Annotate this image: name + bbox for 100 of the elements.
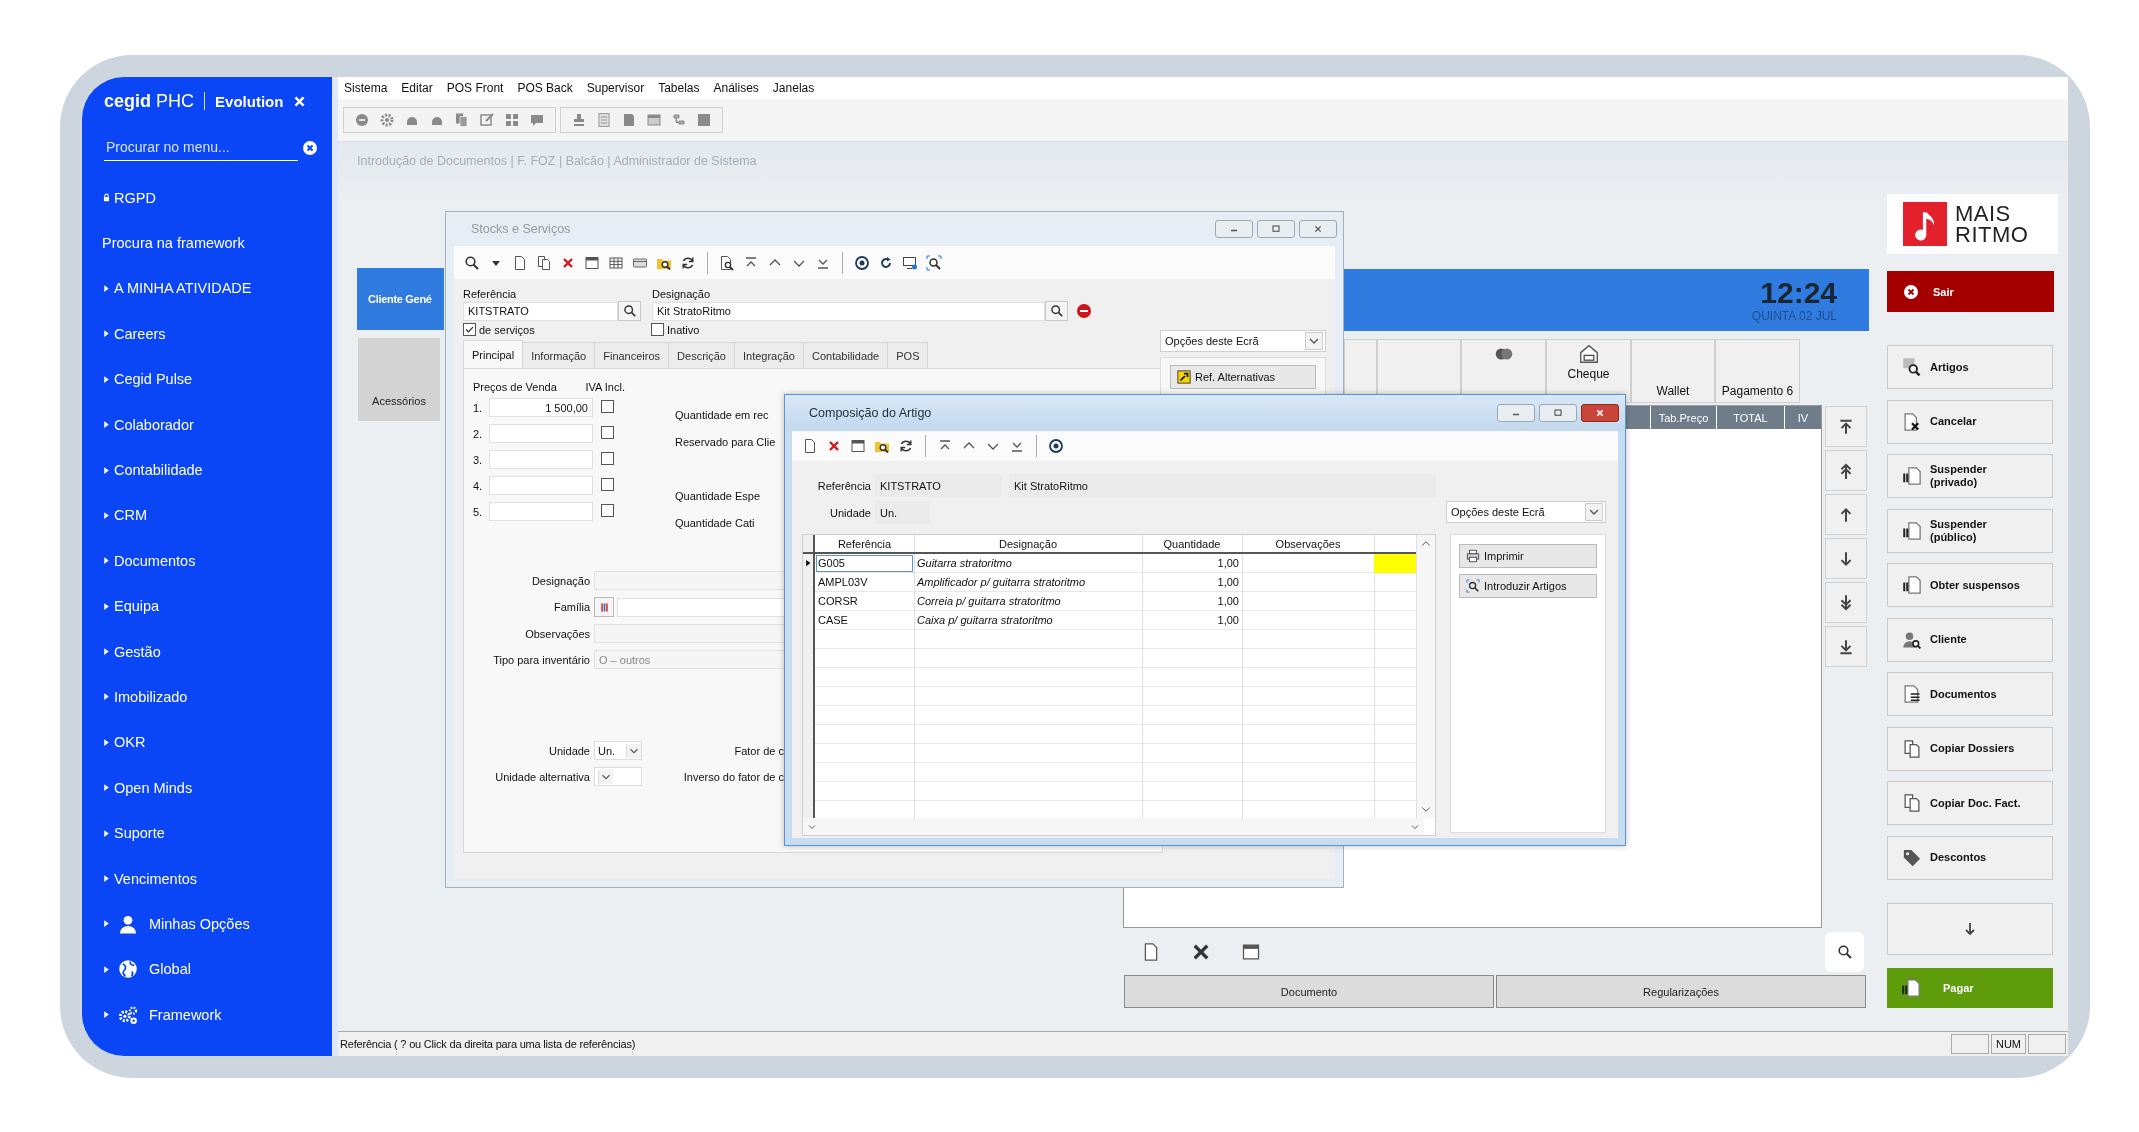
tab-button[interactable]: Documento bbox=[1124, 975, 1494, 1008]
edit-icon[interactable] bbox=[479, 112, 495, 128]
search-button[interactable] bbox=[1045, 301, 1068, 321]
scroll-button[interactable] bbox=[1825, 406, 1867, 447]
designation-field[interactable]: Kit StratoRitmo bbox=[652, 301, 1045, 321]
reference-field[interactable]: KITSTRATO bbox=[463, 301, 618, 321]
checkbox[interactable] bbox=[601, 400, 614, 413]
scroll-button[interactable] bbox=[1825, 582, 1867, 623]
menu-item[interactable]: Vencimentos bbox=[114, 870, 198, 887]
screen-options-dropdown[interactable]: Opções deste Ecrã bbox=[1160, 330, 1326, 352]
menu-item[interactable]: RGPD bbox=[114, 189, 156, 206]
scroll-button[interactable] bbox=[1825, 626, 1867, 667]
table-icon[interactable] bbox=[850, 438, 866, 454]
monitor-icon[interactable] bbox=[902, 254, 918, 271]
document-icon[interactable] bbox=[621, 112, 637, 128]
search-icon[interactable] bbox=[464, 254, 480, 271]
payment-tile[interactable]: Pagamento 6 bbox=[1715, 339, 1800, 403]
checkbox[interactable] bbox=[601, 478, 614, 491]
payment-tile[interactable]: Wallet bbox=[1631, 339, 1715, 403]
scroll-button[interactable] bbox=[1825, 538, 1867, 579]
grid-icon[interactable] bbox=[608, 254, 624, 271]
tab[interactable]: Contabilidade bbox=[802, 342, 889, 368]
menu-item[interactable]: Open Minds bbox=[114, 779, 193, 796]
search-button[interactable] bbox=[1825, 932, 1864, 972]
menu-item[interactable]: A MINHA ATIVIDADE bbox=[114, 280, 252, 297]
table-icon[interactable] bbox=[584, 254, 600, 271]
tab[interactable]: Principal bbox=[463, 340, 524, 368]
menu-item[interactable]: OKR bbox=[114, 734, 146, 751]
menu-item[interactable]: Janelas bbox=[772, 81, 815, 95]
target-icon[interactable] bbox=[1048, 438, 1064, 454]
clear-icon[interactable] bbox=[302, 139, 318, 156]
name-field[interactable]: Kit StratoRitmo bbox=[1009, 474, 1436, 497]
menu-item[interactable]: POS Back bbox=[517, 81, 573, 95]
menu-item[interactable]: Gestão bbox=[114, 643, 161, 660]
search-button[interactable] bbox=[618, 301, 641, 321]
price-field[interactable]: 1 500,00 bbox=[489, 398, 593, 417]
price-field[interactable] bbox=[489, 502, 593, 521]
checkbox[interactable] bbox=[601, 426, 614, 439]
close-icon[interactable] bbox=[293, 94, 307, 108]
action-button[interactable]: Suspender (privado) bbox=[1887, 454, 2053, 498]
checkbox[interactable] bbox=[601, 504, 614, 517]
menu-item[interactable]: Equipa bbox=[114, 598, 160, 615]
menu-item[interactable]: Sistema bbox=[344, 81, 388, 95]
menu-item[interactable]: Tabelas bbox=[658, 81, 700, 95]
action-button[interactable]: Cliente bbox=[1887, 617, 2053, 662]
action-button[interactable]: Artigos bbox=[1887, 345, 2053, 389]
price-field[interactable] bbox=[489, 424, 593, 443]
copy-icon[interactable] bbox=[536, 254, 552, 271]
family-button[interactable] bbox=[594, 597, 614, 617]
list-icon[interactable] bbox=[596, 112, 612, 128]
circle-icon[interactable] bbox=[354, 112, 370, 128]
checkbox[interactable] bbox=[651, 323, 664, 336]
menu-item[interactable]: POS Front bbox=[446, 81, 504, 95]
scroll-button[interactable] bbox=[1825, 494, 1867, 535]
checkbox[interactable] bbox=[463, 323, 476, 336]
redo-icon[interactable] bbox=[878, 254, 894, 271]
category-tile[interactable]: Acessórios bbox=[358, 338, 440, 421]
menu-item[interactable]: Análises bbox=[713, 81, 759, 95]
action-button[interactable]: Copiar Dossiers bbox=[1887, 726, 2053, 771]
action-button[interactable]: Descontos bbox=[1887, 835, 2053, 880]
window-icon[interactable] bbox=[646, 112, 662, 128]
action-button[interactable]: Documentos bbox=[1887, 672, 2053, 716]
menu-item[interactable]: CRM bbox=[114, 507, 148, 524]
reference-field[interactable]: KITSTRATO bbox=[875, 474, 1002, 497]
tab[interactable]: Integração bbox=[734, 342, 804, 368]
table-icon[interactable] bbox=[1241, 942, 1261, 962]
target-icon[interactable] bbox=[854, 254, 870, 271]
action-button[interactable]: Imprimir bbox=[1459, 544, 1597, 568]
tab[interactable]: Descrição bbox=[668, 342, 735, 368]
alternatives-button[interactable]: Ref. Alternativas bbox=[1170, 365, 1316, 389]
no-entry-icon[interactable] bbox=[1076, 303, 1092, 319]
document-icon[interactable] bbox=[512, 254, 528, 271]
price-field[interactable] bbox=[489, 450, 593, 469]
menu-item[interactable]: Procura na framework bbox=[102, 235, 245, 252]
exit-button[interactable]: Sair bbox=[1887, 271, 2054, 312]
menu-item[interactable]: Imobilizado bbox=[114, 689, 188, 705]
action-button[interactable]: Suspender (público) bbox=[1887, 508, 2053, 553]
menu-item[interactable]: Documentos bbox=[114, 552, 196, 569]
delete-icon[interactable] bbox=[1191, 942, 1211, 962]
tab[interactable]: Financeiros bbox=[594, 342, 670, 368]
action-button[interactable]: Obter suspensos bbox=[1887, 563, 2053, 607]
tab[interactable]: POS bbox=[887, 342, 929, 368]
unit-dropdown[interactable]: Un. bbox=[594, 741, 642, 760]
menu-item[interactable]: Global bbox=[149, 961, 191, 978]
scan-icon[interactable] bbox=[926, 254, 942, 271]
unit-field[interactable]: Un. bbox=[875, 501, 930, 524]
menu-item[interactable]: Contabilidade bbox=[114, 462, 203, 479]
tab-button[interactable]: Regularizações bbox=[1496, 975, 1866, 1008]
action-button[interactable]: Cancelar bbox=[1887, 399, 2053, 444]
action-button[interactable]: Introduzir Artigos bbox=[1459, 574, 1597, 598]
menu-item[interactable]: Supervisor bbox=[586, 81, 645, 95]
tab[interactable]: Informação bbox=[522, 342, 596, 368]
menu-item[interactable]: Colaborador bbox=[114, 416, 194, 433]
copy-icon[interactable] bbox=[454, 112, 470, 128]
menu-item[interactable]: Framework bbox=[149, 1006, 222, 1023]
refresh-icon[interactable] bbox=[898, 438, 914, 454]
search-field[interactable]: Procurar no menu... bbox=[104, 134, 298, 161]
document-search-icon[interactable] bbox=[719, 254, 735, 271]
screen-options-dropdown[interactable]: Opções deste Ecrã bbox=[1446, 501, 1606, 523]
scroll-button[interactable] bbox=[1825, 450, 1867, 491]
